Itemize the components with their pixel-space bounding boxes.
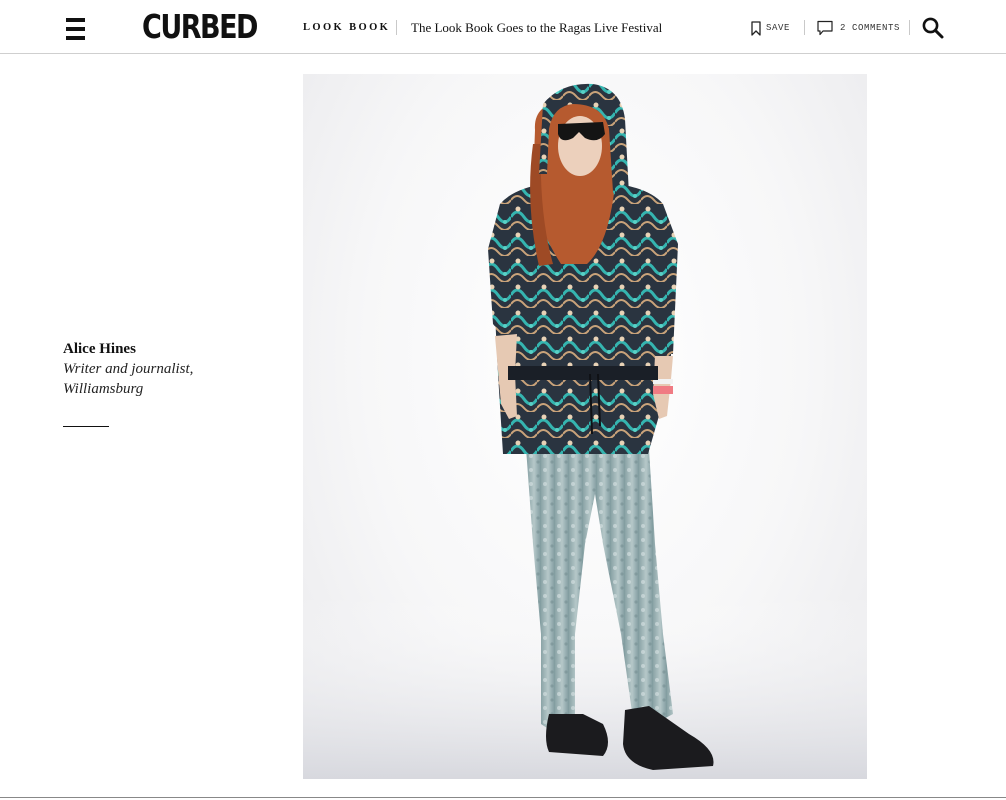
divider [909, 20, 910, 35]
speech-bubble-icon [817, 20, 833, 36]
divider [396, 20, 397, 35]
save-button[interactable]: Save [751, 19, 790, 37]
save-label: Save [766, 23, 791, 33]
caption-rule [63, 426, 109, 427]
bookmark-icon [751, 20, 761, 36]
comments-label: 2 Comments [840, 23, 901, 33]
magnifier-icon [922, 17, 944, 39]
article-headline[interactable]: The Look Book Goes to the Ragas Live Fes… [411, 20, 662, 36]
menu-icon[interactable] [66, 17, 86, 41]
page-bottom-rule [0, 797, 1006, 798]
comments-button[interactable]: 2 Comments [817, 19, 900, 37]
subject-name: Alice Hines [63, 341, 136, 357]
article-photo [303, 74, 867, 779]
photo-caption: Alice Hines Writer and journalist, Willi… [63, 339, 263, 427]
site-header: CURBED Look Book The Look Book Goes to t… [0, 0, 1006, 54]
logo-text: CURBED [142, 8, 258, 47]
site-logo[interactable]: CURBED [142, 11, 258, 44]
search-button[interactable] [921, 16, 945, 40]
divider [804, 20, 805, 35]
section-link[interactable]: Look Book [303, 22, 390, 33]
subject-role: Writer and journalist, Williamsburg [63, 361, 194, 397]
